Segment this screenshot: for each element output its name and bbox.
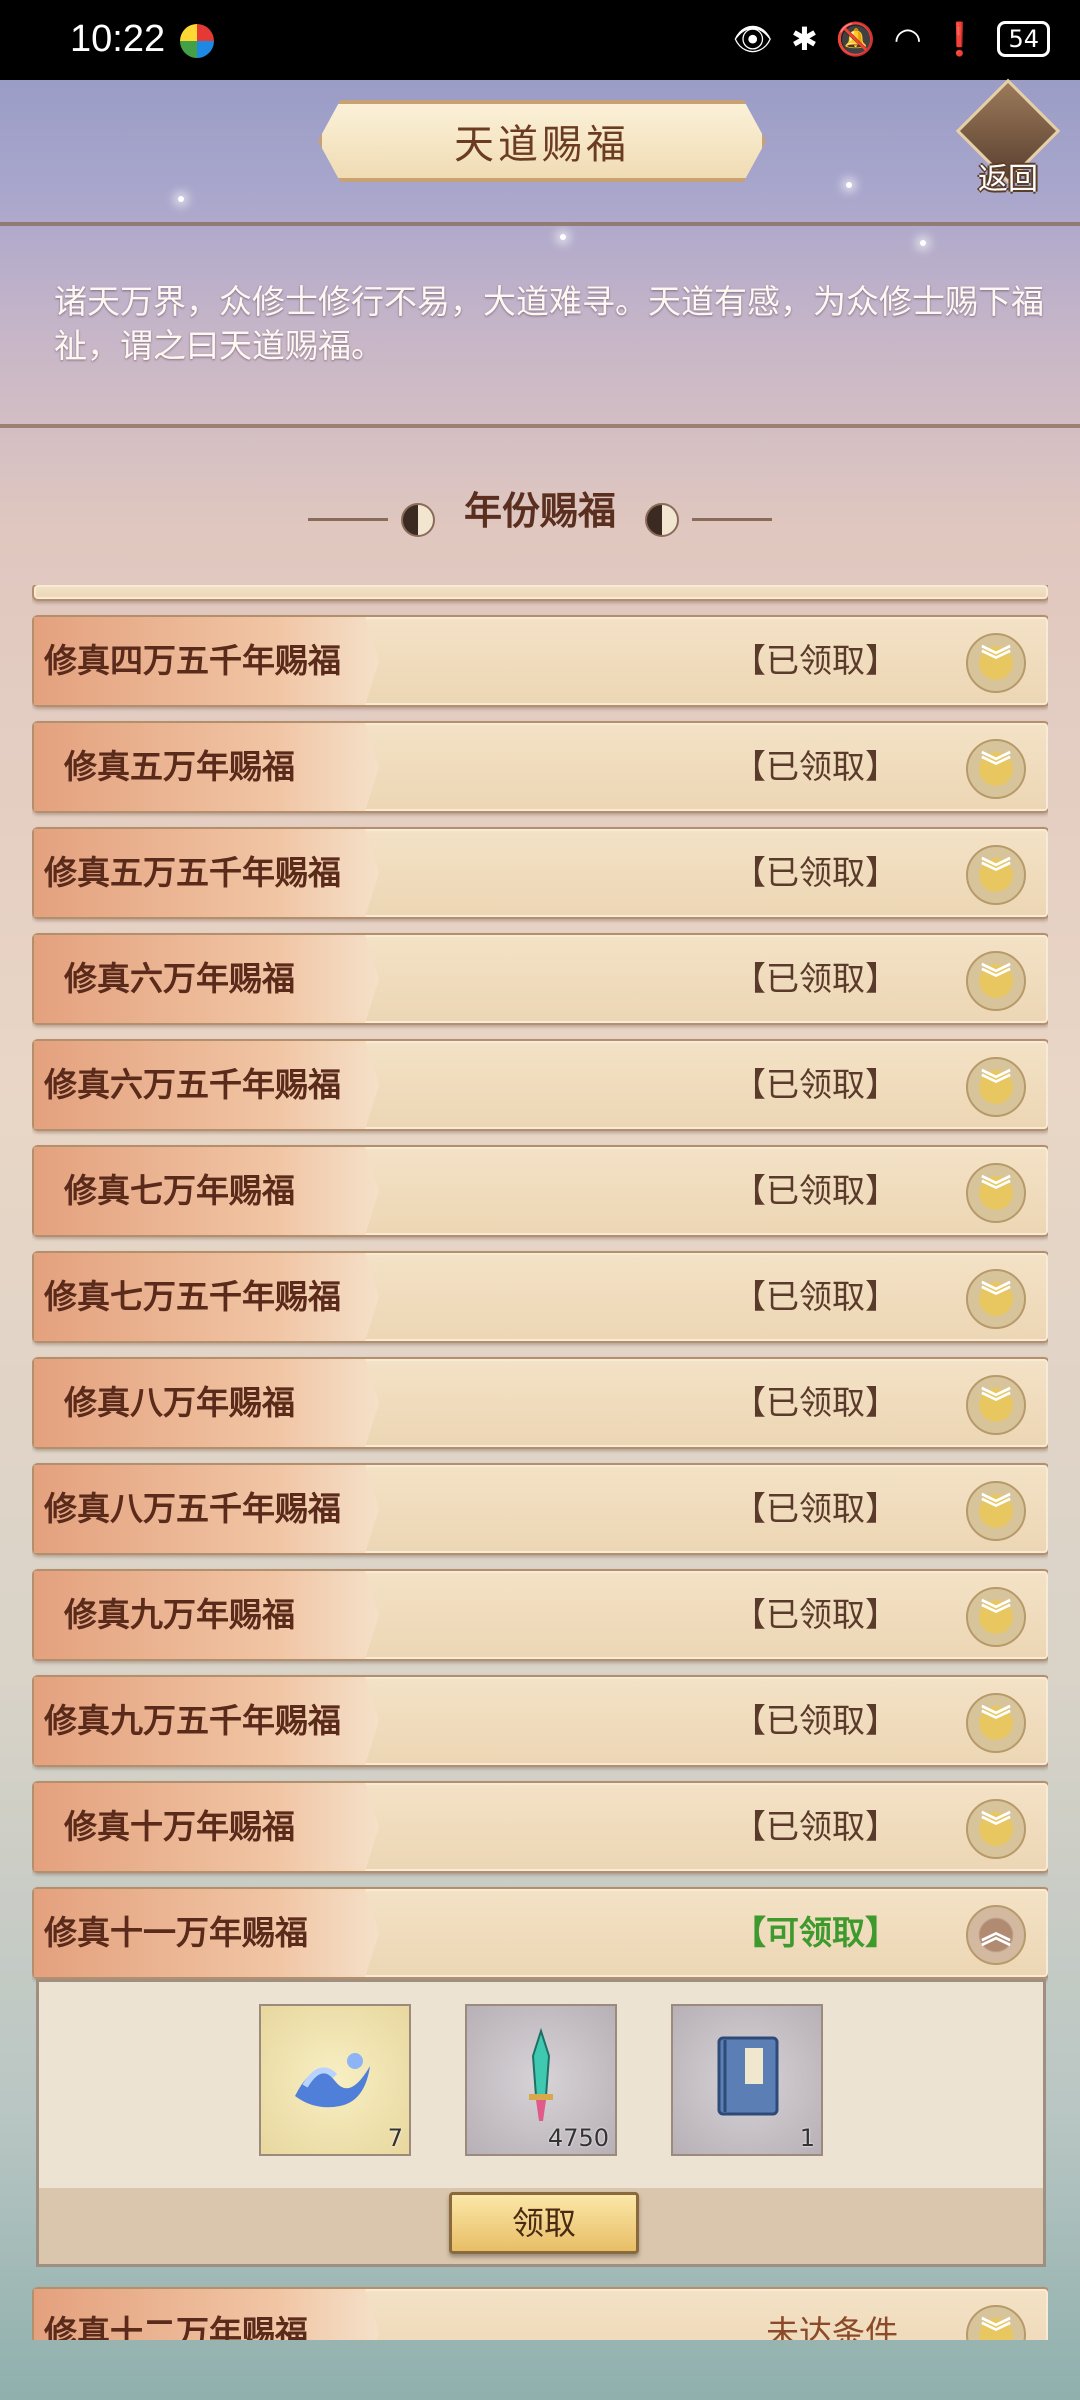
- star-decoration: [846, 182, 852, 188]
- expand-chevron-icon[interactable]: ︾: [966, 951, 1026, 1011]
- back-button-label: 返回: [978, 162, 1038, 197]
- row-status: 【已领取】: [733, 1701, 898, 1740]
- expand-chevron-icon[interactable]: ︾: [966, 1057, 1026, 1117]
- expand-chevron-icon[interactable]: ︾: [966, 1481, 1026, 1541]
- reward-item[interactable]: 1: [671, 2004, 823, 2156]
- row-status: 【已领取】: [733, 1807, 898, 1846]
- page-title-banner: 天道赐福: [318, 100, 766, 182]
- row-status: 【已领取】: [733, 1065, 898, 1104]
- row-label: 修真七万年赐福: [64, 1171, 295, 1210]
- flourish-decoration: [307, 518, 388, 521]
- flourish-decoration: [692, 518, 773, 521]
- status-icons: 👁 ✱ 🔕 ◠ ❗ 54: [732, 20, 1050, 58]
- expand-chevron-icon[interactable]: ︾: [966, 633, 1026, 693]
- claim-button[interactable]: 领取: [449, 2192, 639, 2254]
- reward-row[interactable]: 修真九万年赐福 【已领取】 ︾: [32, 1569, 1048, 1661]
- row-label: 修真八万年赐福: [64, 1383, 295, 1422]
- row-status: 【已领取】: [733, 853, 898, 892]
- row-label: 修真十一万年赐福: [44, 1913, 308, 1952]
- reward-panel-footer: 领取: [39, 2188, 1043, 2264]
- row-status: 未达条件: [766, 2313, 898, 2340]
- row-label: 修真五万年赐福: [64, 747, 295, 786]
- yinyang-icon: [645, 502, 680, 537]
- reward-row[interactable]: 修真五万年赐福 【已领取】 ︾: [32, 721, 1048, 813]
- reward-row[interactable]: 修真八万五千年赐福 【已领取】 ︾: [32, 1463, 1048, 1555]
- mute-icon: 🔕: [835, 20, 876, 58]
- row-label: 修真七万五千年赐福: [44, 1277, 341, 1316]
- reward-row[interactable]: 修真九万五千年赐福 【已领取】 ︾: [32, 1675, 1048, 1767]
- star-decoration: [560, 234, 566, 240]
- expand-chevron-icon[interactable]: ︾: [966, 845, 1026, 905]
- reward-list[interactable]: 修真四万五千年赐福 【已领取】 ︾ 修真五万年赐福 【已领取】 ︾ 修真五万五千年赐福【…: [32, 585, 1048, 2340]
- row-status: 【已领取】: [733, 1383, 898, 1422]
- reward-count: 1: [799, 2124, 815, 2152]
- reward-count: 4750: [547, 2124, 609, 2152]
- collapse-chevron-icon[interactable]: ︽: [966, 1905, 1026, 1965]
- reward-row[interactable]: 修真七万年赐福 【已领取】 ︾: [32, 1145, 1048, 1237]
- intro-text: 诸天万界，众修士修行不易，大道难寻。天道有感，为众修士赐下福祉，谓之曰天道赐福。: [54, 282, 1044, 365]
- row-status: 【已领取】: [733, 1489, 898, 1528]
- row-status: 【已领取】: [733, 1595, 898, 1634]
- row-label: 修真八万五千年赐福: [44, 1489, 341, 1528]
- back-button[interactable]: 返回: [955, 78, 1061, 198]
- section-title-text: 年份赐福: [463, 489, 616, 533]
- row-label: 修真四万五千年赐福: [44, 641, 341, 680]
- reward-row[interactable]: 修真六万年赐福 【已领取】 ︾: [32, 933, 1048, 1025]
- row-status: 【已领取】: [733, 747, 898, 786]
- alert-icon: ❗: [939, 20, 980, 58]
- reward-row[interactable]: 修真七万五千年赐福 【已领取】 ︾: [32, 1251, 1048, 1343]
- expand-chevron-icon[interactable]: ︾: [966, 1799, 1026, 1859]
- reward-details-panel: 7 4750 1 领取: [36, 1979, 1046, 2267]
- bluetooth-icon: ✱: [791, 20, 818, 58]
- app-notification-icon: [180, 24, 214, 58]
- row-label: 修真九万五千年赐福: [44, 1701, 341, 1740]
- blue-book-icon: [717, 2036, 779, 2116]
- row-label: 修真十二万年赐福: [44, 2313, 308, 2340]
- row-status: 【已领取】: [733, 641, 898, 680]
- jade-sword-icon: [529, 2027, 553, 2121]
- row-status: 【已领取】: [733, 1171, 898, 1210]
- reward-item[interactable]: 4750: [465, 2004, 617, 2156]
- row-status: 【已领取】: [733, 959, 898, 998]
- row-label: 修真六万年赐福: [64, 959, 295, 998]
- star-decoration: [920, 240, 926, 246]
- row-status: 【已领取】: [733, 1277, 898, 1316]
- reward-item[interactable]: 7: [259, 2004, 411, 2156]
- star-decoration: [178, 196, 184, 202]
- reward-row-expanded[interactable]: 修真十一万年赐福 【可领取】 ︽: [32, 1887, 1048, 1979]
- reward-row[interactable]: 修真八万年赐福 【已领取】 ︾: [32, 1357, 1048, 1449]
- section-title: 年份赐福: [0, 480, 1080, 537]
- row-label: 修真九万年赐福: [64, 1595, 295, 1634]
- status-bar: 10:22 👁 ✱ 🔕 ◠ ❗ 54: [0, 0, 1080, 80]
- reward-row[interactable]: 修真五万五千年赐福 【已领取】 ︾: [32, 827, 1048, 919]
- list-row-partial: [32, 585, 1048, 601]
- reward-row[interactable]: 修真十万年赐福 【已领取】 ︾: [32, 1781, 1048, 1873]
- status-time: 10:22: [70, 18, 166, 60]
- expand-chevron-icon[interactable]: ︾: [966, 2305, 1026, 2340]
- divider: [0, 424, 1080, 428]
- page-title: 天道赐福: [454, 122, 630, 168]
- divider: [0, 222, 1080, 226]
- expand-chevron-icon[interactable]: ︾: [966, 1375, 1026, 1435]
- expand-chevron-icon[interactable]: ︾: [966, 1587, 1026, 1647]
- expand-chevron-icon[interactable]: ︾: [966, 739, 1026, 799]
- expand-chevron-icon[interactable]: ︾: [966, 1693, 1026, 1753]
- reward-items: 7 4750 1: [259, 2004, 823, 2156]
- water-wave-icon: [295, 2053, 370, 2108]
- reward-count: 7: [387, 2124, 403, 2152]
- row-label: 修真五万五千年赐福: [44, 853, 341, 892]
- reward-row[interactable]: 修真四万五千年赐福 【已领取】 ︾: [32, 615, 1048, 707]
- row-label: 修真六万五千年赐福: [44, 1065, 341, 1104]
- battery-indicator: 54: [997, 21, 1050, 57]
- expand-chevron-icon[interactable]: ︾: [966, 1163, 1026, 1223]
- reward-row[interactable]: 修真六万五千年赐福 【已领取】 ︾: [32, 1039, 1048, 1131]
- expand-chevron-icon[interactable]: ︾: [966, 1269, 1026, 1329]
- row-label: 修真十万年赐福: [64, 1807, 295, 1846]
- yinyang-icon: [400, 502, 435, 537]
- row-status: 【可领取】: [733, 1913, 898, 1952]
- reward-row[interactable]: 修真十二万年赐福 未达条件 ︾: [32, 2287, 1048, 2340]
- eye-icon: 👁: [732, 20, 774, 58]
- wifi-icon: ◠: [893, 20, 922, 58]
